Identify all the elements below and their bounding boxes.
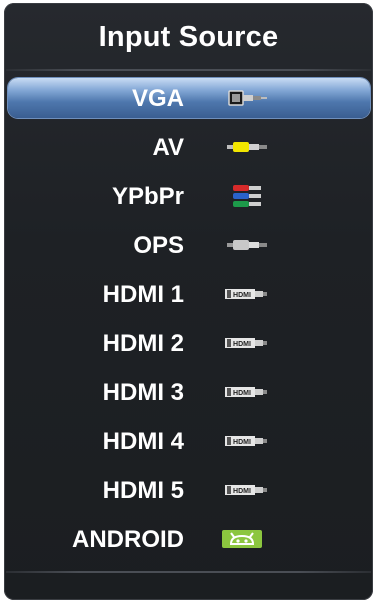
vga-connector-icon [219, 86, 279, 110]
source-item-android[interactable]: ANDROID [4, 515, 373, 564]
svg-text:HDMI: HDMI [233, 292, 251, 299]
hdmi-connector-icon: HDMI [219, 478, 279, 502]
hdmi-connector-icon: HDMI [219, 331, 279, 355]
source-label: VGA [131, 85, 184, 112]
hdmi-connector-icon: HDMI [219, 282, 279, 306]
av-rca-connector-icon [219, 135, 279, 159]
source-item-ops[interactable]: OPS [4, 221, 373, 270]
source-label: ANDROID [72, 526, 184, 553]
source-item-hdmi2[interactable]: HDMI 2 HDMI [4, 319, 373, 368]
svg-text:HDMI: HDMI [233, 488, 251, 495]
android-icon [219, 527, 279, 551]
source-label: HDMI 1 [102, 281, 184, 308]
source-label: HDMI 5 [102, 477, 184, 504]
source-item-hdmi5[interactable]: HDMI 5 HDMI [4, 466, 373, 515]
hdmi-connector-icon: HDMI [219, 429, 279, 453]
source-label: AV [152, 134, 184, 161]
source-item-hdmi3[interactable]: HDMI 3 HDMI [4, 368, 373, 417]
input-source-list: VGA AV YPbPr OPS HDMI 1 HDMI HDMI 2 HDMI… [4, 74, 373, 564]
svg-text:HDMI: HDMI [233, 439, 251, 446]
input-source-menu: Input Source VGA AV YPbPr OPS HDMI 1 HDM… [4, 3, 373, 600]
ypbpr-component-connector-icon [219, 184, 279, 208]
source-label: HDMI 2 [102, 330, 184, 357]
source-item-hdmi1[interactable]: HDMI 1 HDMI [4, 270, 373, 319]
source-label: HDMI 3 [102, 379, 184, 406]
svg-text:HDMI: HDMI [233, 341, 251, 348]
title-divider [6, 69, 371, 71]
source-label: HDMI 4 [102, 428, 184, 455]
svg-text:HDMI: HDMI [233, 390, 251, 397]
ops-connector-icon [219, 233, 279, 257]
source-label: YPbPr [111, 183, 184, 210]
source-item-vga[interactable]: VGA [4, 74, 373, 123]
hdmi-connector-icon: HDMI [219, 380, 279, 404]
source-item-ypbpr[interactable]: YPbPr [4, 172, 373, 221]
source-item-hdmi4[interactable]: HDMI 4 HDMI [4, 417, 373, 466]
source-label: OPS [133, 232, 184, 259]
menu-title: Input Source [98, 21, 279, 53]
source-item-av[interactable]: AV [4, 123, 373, 172]
bottom-divider [6, 571, 371, 573]
